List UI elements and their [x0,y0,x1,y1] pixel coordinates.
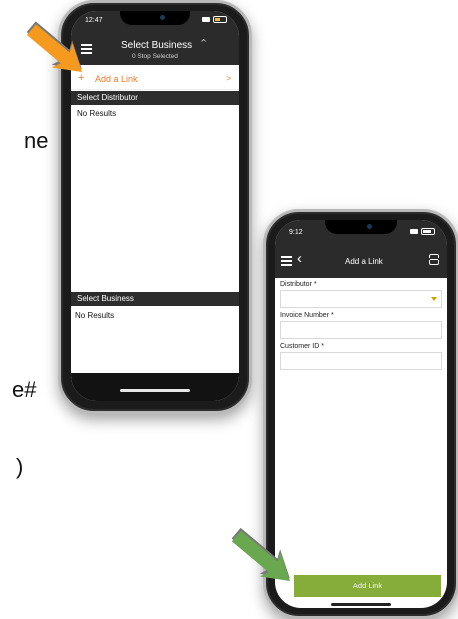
invoice-number-label: Invoice Number * [280,312,334,319]
battery-icon [421,228,435,235]
add-link-row[interactable]: + Add a Link > [71,69,239,90]
section-header-business: Select Business [71,292,239,306]
add-link-button-label: Add Link [352,581,383,590]
signal-icon [202,17,210,22]
cropped-text-1: ne [24,128,49,153]
distributor-label: Distributor * [280,281,317,288]
distributor-no-results: No Results [77,109,117,118]
menu-icon[interactable] [281,256,292,268]
customer-id-input[interactable] [280,352,442,370]
add-link-button[interactable]: Add Link [294,575,441,597]
phone-screen-right: 9:12 ‹ Add a Link Distributor * Invoice … [275,220,447,608]
top-bar-right: 9:12 ‹ Add a Link [275,220,447,278]
chevron-right-icon: > [226,74,231,83]
customer-id-label: Customer ID * [280,343,324,350]
signal-icon [410,229,418,234]
status-icons-right [410,228,435,235]
invoice-number-input[interactable] [280,321,442,339]
distributor-select[interactable] [280,290,442,308]
status-icons [202,16,227,23]
home-indicator-right [331,603,391,606]
status-time-right: 9:12 [289,229,303,236]
chevron-up-icon[interactable]: ⌃ [199,37,208,50]
notch-right [325,220,397,234]
top-bar: 12:47 Select Business ⌃ 0 Stop Selected [71,11,239,65]
section-header-distributor: Select Distributor [71,91,239,105]
phone-screen-left: 12:47 Select Business ⌃ 0 Stop Selected … [71,11,239,401]
cropped-text-3: ) [16,454,24,479]
home-indicator [120,389,190,392]
green-arrow-icon [231,527,290,581]
back-icon[interactable]: ‹ [297,250,302,267]
battery-icon [213,16,227,23]
header-title[interactable]: Select Business [121,40,192,51]
dropdown-arrow-icon [431,297,437,301]
notch [120,11,190,25]
cropped-text-2: e# [12,377,37,402]
header-title-right: Add a Link [345,257,383,266]
header-subtitle: 0 Stop Selected [132,53,178,60]
add-link-label: Add a Link [95,74,138,84]
bottom-bar [71,373,239,401]
scan-icon[interactable] [428,254,440,265]
business-no-results: No Results [75,311,115,320]
orange-arrow-icon [26,21,82,72]
